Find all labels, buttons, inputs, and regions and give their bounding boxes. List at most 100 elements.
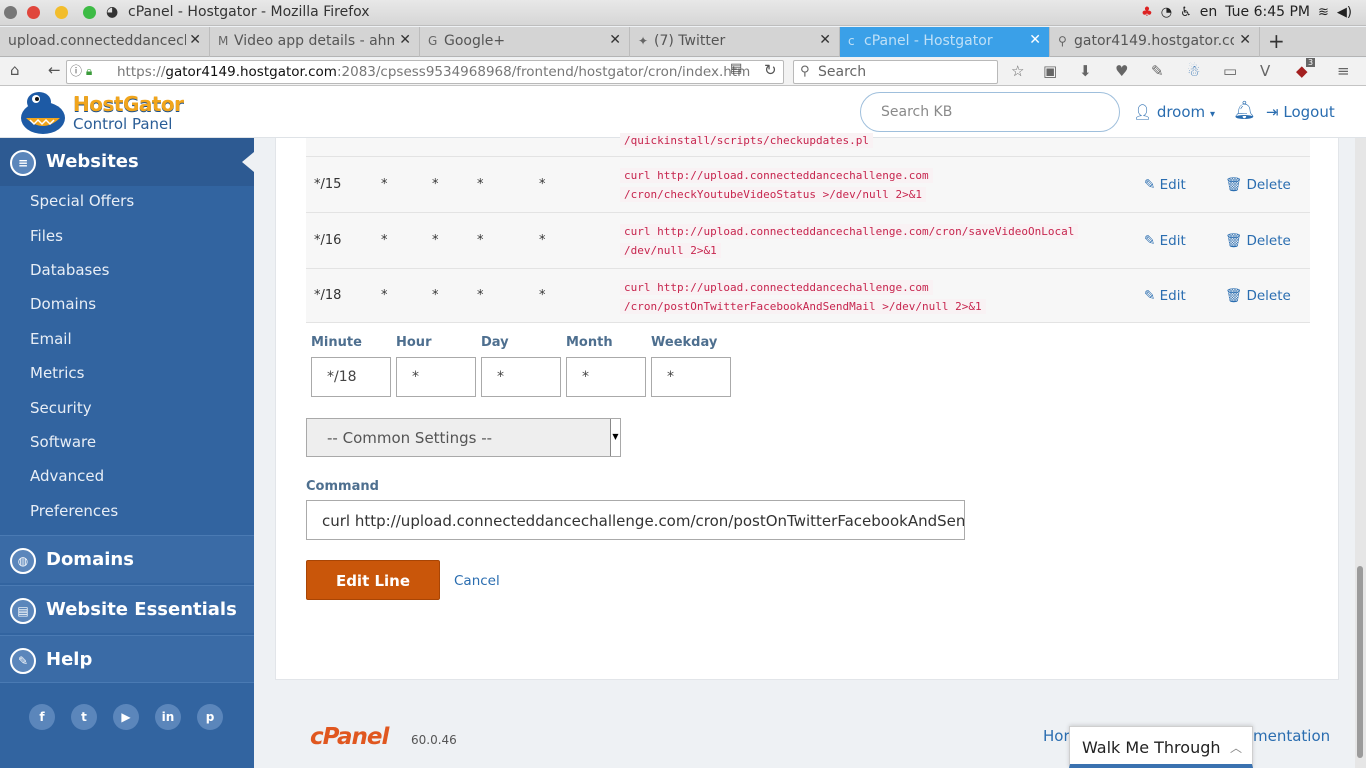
tab-strip: upload.connecteddancecha ✕ M Video app det… bbox=[0, 27, 1366, 57]
scrollbar-thumb[interactable] bbox=[1357, 566, 1363, 758]
tab-gator4149[interactable]: ⚲ gator4149.hostgator.co ✕ bbox=[1050, 27, 1260, 57]
search-kb-input[interactable]: Search KB bbox=[860, 92, 1120, 132]
close-tab-icon[interactable]: ✕ bbox=[1239, 32, 1251, 48]
search-bar[interactable]: ⚲ Search bbox=[793, 60, 998, 84]
pocket-icon[interactable]: ♥ bbox=[1115, 62, 1128, 80]
addon-icon[interactable]: ☃ bbox=[1187, 62, 1200, 80]
reload-icon[interactable]: ↻ bbox=[764, 61, 777, 79]
reader-view-icon[interactable]: ▤ bbox=[730, 61, 742, 76]
sidebar-item-security[interactable]: Security bbox=[30, 399, 92, 417]
hour-label: Hour bbox=[396, 335, 432, 350]
sidebar-item-email[interactable]: Email bbox=[30, 330, 72, 348]
clock-applet-icon[interactable]: ◔ bbox=[1161, 5, 1172, 20]
cpanel-logo[interactable]: cPanel bbox=[310, 724, 389, 750]
wifi-icon[interactable]: ≋ bbox=[1318, 5, 1329, 20]
common-settings-select[interactable]: -- Common Settings -- ▼ bbox=[306, 418, 621, 457]
footer-home-link[interactable]: Hor bbox=[1043, 727, 1070, 745]
maple-leaf-icon[interactable]: ♣ bbox=[1141, 5, 1153, 20]
app-menu-icon[interactable] bbox=[4, 6, 17, 19]
sidebar-toggle-icon[interactable]: ▭ bbox=[1223, 62, 1237, 80]
sidebar-section-domains[interactable]: ◍ Domains bbox=[0, 535, 254, 583]
close-tab-icon[interactable]: ✕ bbox=[189, 32, 201, 48]
new-tab-button[interactable]: + bbox=[1268, 29, 1285, 53]
sidebar-item-special-offers[interactable]: Special Offers bbox=[30, 192, 134, 210]
logout-link[interactable]: ⇥ Logout bbox=[1266, 103, 1335, 121]
volume-icon[interactable]: ◀) bbox=[1337, 5, 1352, 20]
edit-cron-link[interactable]: ✎ Edit bbox=[1144, 233, 1186, 249]
bookmark-star-icon[interactable]: ☆ bbox=[1011, 62, 1024, 80]
sidebar-section-websites[interactable]: ≡ Websites bbox=[0, 138, 254, 186]
developer-tools-icon[interactable]: ✎ bbox=[1151, 62, 1164, 80]
pencil-icon: ✎ bbox=[1144, 233, 1156, 249]
cron-weekday: * bbox=[539, 233, 546, 248]
sidebar-item-metrics[interactable]: Metrics bbox=[30, 364, 84, 382]
walk-me-through-widget[interactable]: Walk Me Through ︿ bbox=[1069, 726, 1253, 768]
sidebar-section-website-essentials[interactable]: ▤ Website Essentials bbox=[0, 585, 254, 633]
linkedin-icon[interactable]: in bbox=[155, 704, 181, 730]
tab-upload-connecteddance[interactable]: upload.connecteddancecha ✕ bbox=[0, 27, 210, 57]
edit-line-button[interactable]: Edit Line bbox=[306, 560, 440, 600]
sidebar-item-advanced[interactable]: Advanced bbox=[30, 467, 104, 485]
sidebar-item-files[interactable]: Files bbox=[30, 227, 63, 245]
edit-cron-link[interactable]: ✎ Edit bbox=[1144, 177, 1186, 193]
sidebar-item-software[interactable]: Software bbox=[30, 433, 96, 451]
youtube-icon[interactable]: ▶ bbox=[113, 704, 139, 730]
month-field[interactable]: * bbox=[566, 357, 646, 397]
close-tab-icon[interactable]: ✕ bbox=[399, 32, 411, 48]
site-info-icon[interactable]: ⓘ 🔒︎ bbox=[70, 62, 92, 79]
footer-documentation-link[interactable]: mentation bbox=[1253, 727, 1330, 745]
close-window-button[interactable] bbox=[27, 6, 40, 19]
search-icon: ⚲ bbox=[800, 64, 810, 79]
pinterest-icon[interactable]: p bbox=[197, 704, 223, 730]
keyboard-layout[interactable]: en bbox=[1200, 4, 1218, 20]
user-menu[interactable]: 👤︎ droom ▾ bbox=[1133, 103, 1215, 121]
delete-cron-link[interactable]: 🗑︎ Delete bbox=[1225, 177, 1291, 193]
day-label: Day bbox=[481, 335, 509, 350]
close-tab-icon[interactable]: ✕ bbox=[609, 32, 621, 48]
social-links: f t ▶ in p bbox=[29, 704, 223, 730]
downloads-icon[interactable]: ⬇ bbox=[1079, 62, 1092, 80]
twitter-icon[interactable]: t bbox=[71, 704, 97, 730]
home-icon[interactable]: ⌂ bbox=[10, 61, 20, 79]
sidebar-section-help[interactable]: ✎ Help bbox=[0, 635, 254, 683]
notifications-bell-icon[interactable]: 🔔︎ bbox=[1233, 100, 1256, 121]
vimium-icon[interactable]: V bbox=[1260, 62, 1270, 80]
trash-icon: 🗑︎ bbox=[1225, 288, 1243, 304]
maximize-window-button[interactable] bbox=[83, 6, 96, 19]
cron-day: * bbox=[432, 233, 439, 248]
cron-day: * bbox=[432, 177, 439, 192]
minimize-window-button[interactable] bbox=[55, 6, 68, 19]
tab-cpanel-hostgator[interactable]: c cPanel - Hostgator ✕ bbox=[840, 27, 1050, 57]
delete-cron-link[interactable]: 🗑︎ Delete bbox=[1225, 233, 1291, 249]
tab-google-plus[interactable]: G Google+ ✕ bbox=[420, 27, 630, 57]
cancel-link[interactable]: Cancel bbox=[454, 573, 500, 589]
tab-twitter[interactable]: ✦ (7) Twitter ✕ bbox=[630, 27, 840, 57]
command-input[interactable]: curl http://upload.connecteddancechallen… bbox=[306, 500, 965, 540]
sidebar-item-databases[interactable]: Databases bbox=[30, 261, 109, 279]
menu-hamburger-icon[interactable]: ≡ bbox=[1337, 62, 1350, 80]
sidebar-item-domains[interactable]: Domains bbox=[30, 295, 96, 313]
url-bar[interactable]: https://gator4149.hostgator.com:2083/cps… bbox=[66, 60, 784, 84]
table-row: */18 * * * * curl http://upload.connecte… bbox=[306, 269, 1310, 323]
close-tab-icon[interactable]: ✕ bbox=[1029, 32, 1041, 48]
weekday-field[interactable]: * bbox=[651, 357, 731, 397]
websites-icon: ≡ bbox=[10, 150, 36, 176]
edit-cron-link[interactable]: ✎ Edit bbox=[1144, 288, 1186, 304]
accessibility-icon[interactable]: ♿ bbox=[1180, 5, 1192, 20]
back-button[interactable]: ← bbox=[48, 61, 61, 79]
close-tab-icon[interactable]: ✕ bbox=[819, 32, 831, 48]
hostgator-logo-icon[interactable] bbox=[16, 88, 70, 136]
sidebar-item-preferences[interactable]: Preferences bbox=[30, 502, 118, 520]
tab-video-app-details[interactable]: M Video app details - ahm ✕ bbox=[210, 27, 420, 57]
system-clock[interactable]: Tue 6:45 PM bbox=[1225, 4, 1310, 20]
facebook-icon[interactable]: f bbox=[29, 704, 55, 730]
delete-cron-link[interactable]: 🗑︎ Delete bbox=[1225, 288, 1291, 304]
dropdown-caret-icon: ▼ bbox=[610, 419, 620, 456]
hour-field[interactable]: * bbox=[396, 357, 476, 397]
chevron-up-icon[interactable]: ︿ bbox=[1230, 739, 1242, 756]
minute-field[interactable]: */18 bbox=[311, 357, 391, 397]
reading-list-icon[interactable]: ▣ bbox=[1043, 62, 1057, 80]
day-field[interactable]: * bbox=[481, 357, 561, 397]
globe-icon: ◍ bbox=[10, 548, 36, 574]
cron-jobs-panel: /quickinstall/scripts/checkupdates.pl */… bbox=[275, 133, 1339, 680]
